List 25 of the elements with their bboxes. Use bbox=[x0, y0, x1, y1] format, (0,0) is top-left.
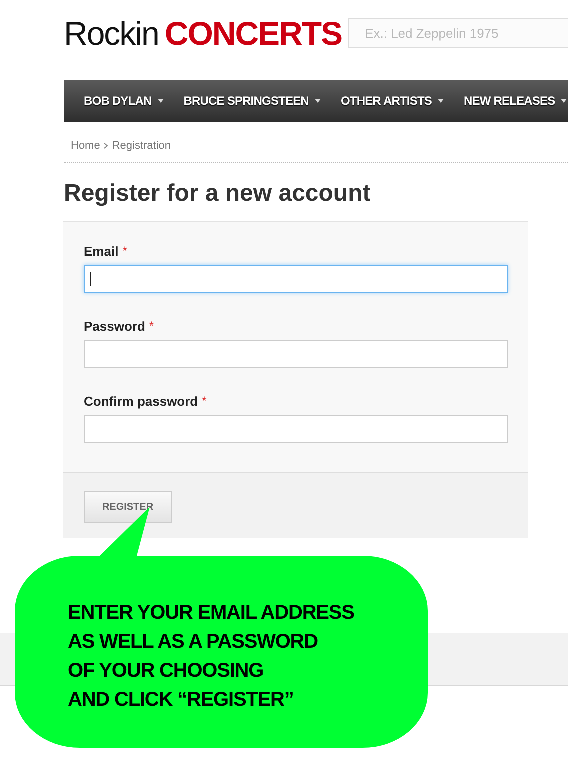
caret-icon bbox=[561, 99, 568, 103]
input-field[interactable] bbox=[84, 415, 508, 443]
nav-item[interactable]: BRUCE SPRINGSTEEN bbox=[174, 94, 331, 108]
page-heading: Register for a new account bbox=[64, 179, 372, 209]
required-mark: * bbox=[202, 394, 207, 408]
field-label: Email bbox=[84, 244, 119, 259]
nav-item[interactable]: BOB DYLAN bbox=[74, 94, 174, 108]
input-field[interactable] bbox=[84, 340, 508, 368]
search-field[interactable]: Ex.: Led Zeppelin 1975 bbox=[348, 18, 568, 48]
caret-icon bbox=[158, 99, 164, 103]
callout-text: ENTER YOUR EMAIL ADDRESS AS WELL AS A PASSWORD OF YOUR CHOOSING AND CLICK “REGISTER” bbox=[68, 601, 354, 713]
required-mark: * bbox=[149, 319, 154, 333]
nav-item[interactable]: OTHER ARTISTS bbox=[330, 94, 454, 108]
register-button[interactable]: REGISTER bbox=[84, 491, 172, 523]
chevron-icon bbox=[104, 143, 108, 149]
logo[interactable]: Rockin CONCERTS bbox=[64, 16, 342, 52]
field-label: Confirm password bbox=[84, 394, 198, 409]
field-label: Password bbox=[84, 319, 146, 334]
caret-icon bbox=[438, 99, 444, 103]
caret-icon bbox=[314, 99, 321, 103]
breadcrumb-current: Registration bbox=[112, 140, 172, 152]
required-mark: * bbox=[122, 244, 128, 258]
breadcrumb-link[interactable]: Home bbox=[71, 140, 100, 152]
nav-item[interactable]: NEW RELEASES bbox=[454, 94, 568, 108]
input-field[interactable] bbox=[84, 265, 508, 293]
